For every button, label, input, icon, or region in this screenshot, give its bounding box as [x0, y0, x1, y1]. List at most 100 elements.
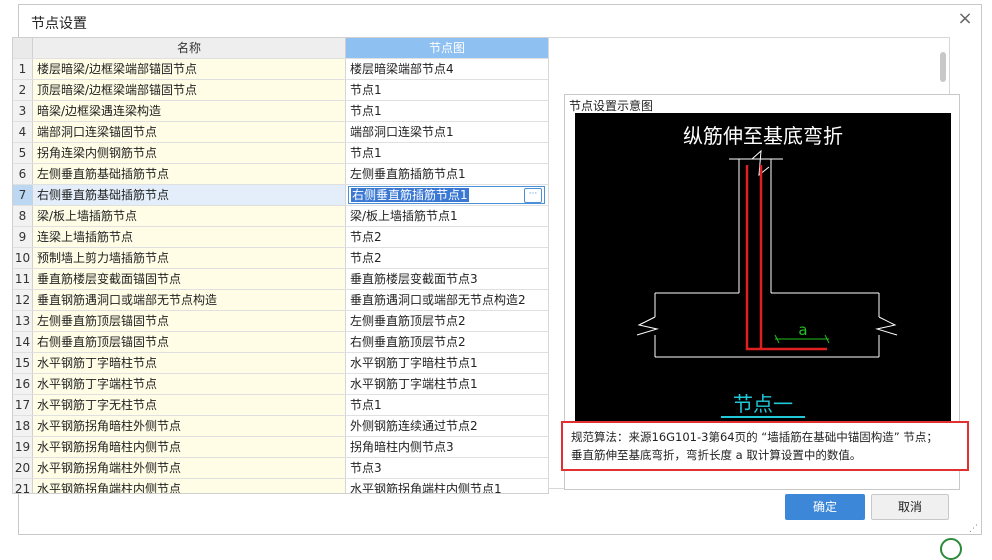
description-line-2: 垂直筋伸至基底弯折，弯折长度 a 取计算设置中的数值。: [571, 448, 862, 462]
table-body: 1 楼层暗梁/边框梁端部锚固节点 楼层暗梁端部节点4 2 顶层暗梁/边框梁端部锚固节点节…: [13, 58, 548, 493]
row-name-cell[interactable]: 水平钢筋丁字暗柱节点: [33, 353, 346, 373]
row-name-cell[interactable]: 左侧垂直筋顶层锚固节点: [33, 311, 346, 331]
node-table: 名称 节点图 1 楼层暗梁/边框梁端部锚固节点 楼层暗梁端部节点4 2 顶层暗梁/边框梁…: [12, 37, 549, 494]
resize-grip-icon[interactable]: ⋰: [969, 524, 978, 534]
diagram-svg: 纵筋伸至基底弯折 a 节点一: [636, 124, 898, 418]
row-number: 4: [13, 122, 33, 142]
row-name-cell[interactable]: 水平钢筋丁字端柱节点: [33, 374, 346, 394]
row-node-cell[interactable]: 节点1: [346, 395, 548, 415]
cancel-button[interactable]: 取消: [871, 494, 949, 520]
row-number: 8: [13, 206, 33, 226]
row-number: 18: [13, 416, 33, 436]
table-row[interactable]: 17 水平钢筋丁字无柱节点 节点1: [13, 394, 548, 415]
node-edit-value[interactable]: 右侧垂直筋插筋节点1: [351, 188, 469, 202]
row-name-cell[interactable]: 暗梁/边框梁遇连梁构造: [33, 101, 346, 121]
row-name-cell[interactable]: 顶层暗梁/边框梁端部锚固节点: [33, 80, 346, 100]
row-name-cell[interactable]: 水平钢筋丁字无柱节点: [33, 395, 346, 415]
row-node-cell[interactable]: 垂直筋遇洞口或端部无节点构造2: [346, 290, 548, 310]
close-icon[interactable]: ×: [955, 9, 975, 29]
rebar-left: [745, 165, 827, 351]
node-caption: 节点一: [733, 392, 793, 416]
row-number: 20: [13, 458, 33, 478]
row-number: 3: [13, 101, 33, 121]
table-row[interactable]: 18 水平钢筋拐角暗柱外侧节点 外侧钢筋连续通过节点2: [13, 415, 548, 436]
table-row[interactable]: 4 端部洞口连梁锚固节点 端部洞口连梁节点1: [13, 121, 548, 142]
row-node-cell[interactable]: 节点1: [346, 80, 548, 100]
header-name[interactable]: 名称: [33, 38, 346, 58]
row-number: 11: [13, 269, 33, 289]
row-name-cell[interactable]: 水平钢筋拐角暗柱外侧节点: [33, 416, 346, 436]
node-edit-field[interactable]: 右侧垂直筋插筋节点1 ···: [348, 186, 545, 204]
row-name-cell[interactable]: 梁/板上墙插筋节点: [33, 206, 346, 226]
row-number: 21: [13, 479, 33, 493]
row-node-cell[interactable]: 节点1: [346, 143, 548, 163]
row-name-cell[interactable]: 垂直钢筋遇洞口或端部无节点构造: [33, 290, 346, 310]
table-row[interactable]: 11 垂直筋楼层变截面锚固节点 垂直筋楼层变截面节点3: [13, 268, 548, 289]
row-name-cell[interactable]: 垂直筋楼层变截面锚固节点: [33, 269, 346, 289]
table-row[interactable]: 16 水平钢筋丁字端柱节点 水平钢筋丁字端柱节点1: [13, 373, 548, 394]
row-name-cell[interactable]: 楼层暗梁/边框梁端部锚固节点: [33, 59, 346, 79]
row-node-cell[interactable]: 外侧钢筋连续通过节点2: [346, 416, 548, 436]
row-number: 13: [13, 311, 33, 331]
right-break-icon: [875, 316, 898, 336]
table-row[interactable]: 1 楼层暗梁/边框梁端部锚固节点 楼层暗梁端部节点4: [13, 58, 548, 79]
ellipsis-button-icon[interactable]: ···: [524, 188, 542, 203]
row-node-cell[interactable]: 左侧垂直筋插筋节点1: [346, 164, 548, 184]
table-row[interactable]: 6 左侧垂直筋基础插筋节点 左侧垂直筋插筋节点1: [13, 163, 548, 184]
description-line-1: 规范算法：来源16G101-3第64页的 “墙插筋在基础中锚固构造” 节点；: [571, 430, 938, 444]
row-node-cell[interactable]: 水平钢筋丁字端柱节点1: [346, 374, 548, 394]
row-node-cell[interactable]: 端部洞口连梁节点1: [346, 122, 548, 142]
table-row[interactable]: 7 右侧垂直筋基础插筋节点 右侧垂直筋插筋节点1 ···: [13, 184, 548, 205]
row-name-cell[interactable]: 拐角连梁内侧钢筋节点: [33, 143, 346, 163]
diagram-title: 纵筋伸至基底弯折: [683, 124, 843, 148]
table-row[interactable]: 9 连梁上墙插筋节点 节点2: [13, 226, 548, 247]
row-node-cell[interactable]: 节点2: [346, 227, 548, 247]
row-node-cell[interactable]: 节点2: [346, 248, 548, 268]
row-number: 16: [13, 374, 33, 394]
table-row[interactable]: 19 水平钢筋拐角暗柱内侧节点 拐角暗柱内侧节点3: [13, 436, 548, 457]
dialog-title: 节点设置: [31, 16, 87, 32]
row-name-cell[interactable]: 水平钢筋拐角暗柱内侧节点: [33, 437, 346, 457]
header-node[interactable]: 节点图: [346, 38, 548, 58]
table-row[interactable]: 20 水平钢筋拐角端柱外侧节点 节点3: [13, 457, 548, 478]
row-node-cell[interactable]: 节点1: [346, 101, 548, 121]
table-row[interactable]: 21 水平钢筋拐角端柱内侧节点 水平钢筋拐角端柱内侧节点1: [13, 478, 548, 493]
table-row[interactable]: 8 梁/板上墙插筋节点 梁/板上墙插筋节点1: [13, 205, 548, 226]
row-node-cell[interactable]: 水平钢筋丁字暗柱节点1: [346, 353, 548, 373]
table-row[interactable]: 13 左侧垂直筋顶层锚固节点 左侧垂直筋顶层节点2: [13, 310, 548, 331]
row-number: 5: [13, 143, 33, 163]
row-node-cell[interactable]: 梁/板上墙插筋节点1: [346, 206, 548, 226]
table-row[interactable]: 5 拐角连梁内侧钢筋节点 节点1: [13, 142, 548, 163]
row-node-cell[interactable]: 左侧垂直筋顶层节点2: [346, 311, 548, 331]
row-name-cell[interactable]: 右侧垂直筋顶层锚固节点: [33, 332, 346, 352]
row-name-cell[interactable]: 水平钢筋拐角端柱外侧节点: [33, 458, 346, 478]
row-number: 19: [13, 437, 33, 457]
row-name-cell[interactable]: 水平钢筋拐角端柱内侧节点: [33, 479, 346, 493]
row-name-cell[interactable]: 右侧垂直筋基础插筋节点: [33, 185, 346, 205]
row-number: 17: [13, 395, 33, 415]
table-row[interactable]: 2 顶层暗梁/边框梁端部锚固节点 节点1: [13, 79, 548, 100]
row-name-cell[interactable]: 连梁上墙插筋节点: [33, 227, 346, 247]
row-node-cell[interactable]: 垂直筋楼层变截面节点3: [346, 269, 548, 289]
node-diagram: 纵筋伸至基底弯折 a 节点一: [575, 113, 951, 427]
row-name-cell[interactable]: 端部洞口连梁锚固节点: [33, 122, 346, 142]
row-node-cell[interactable]: 拐角暗柱内侧节点3: [346, 437, 548, 457]
row-number: 1: [13, 59, 33, 79]
row-name-cell[interactable]: 预制墙上剪力墙插筋节点: [33, 248, 346, 268]
table-row[interactable]: 14 右侧垂直筋顶层锚固节点 右侧垂直筋顶层节点2: [13, 331, 548, 352]
table-row[interactable]: 12 垂直钢筋遇洞口或端部无节点构造 垂直筋遇洞口或端部无节点构造2: [13, 289, 548, 310]
loading-spinner-icon: [940, 538, 962, 560]
table-row[interactable]: 15 水平钢筋丁字暗柱节点 水平钢筋丁字暗柱节点1: [13, 352, 548, 373]
row-node-cell[interactable]: 节点3: [346, 458, 548, 478]
table-row[interactable]: 3 暗梁/边框梁遇连梁构造 节点1: [13, 100, 548, 121]
confirm-button[interactable]: 确定: [785, 494, 865, 520]
row-number: 15: [13, 353, 33, 373]
row-node-cell[interactable]: 楼层暗梁端部节点4: [346, 59, 548, 79]
table-header: 名称 节点图: [13, 38, 548, 58]
row-name-cell[interactable]: 左侧垂直筋基础插筋节点: [33, 164, 346, 184]
panel-scrollbar[interactable]: [940, 52, 946, 82]
table-row[interactable]: 10 预制墙上剪力墙插筋节点 节点2: [13, 247, 548, 268]
row-node-cell[interactable]: 右侧垂直筋顶层节点2: [346, 332, 548, 352]
row-node-cell[interactable]: 水平钢筋拐角端柱内侧节点1: [346, 479, 548, 493]
row-number: 6: [13, 164, 33, 184]
